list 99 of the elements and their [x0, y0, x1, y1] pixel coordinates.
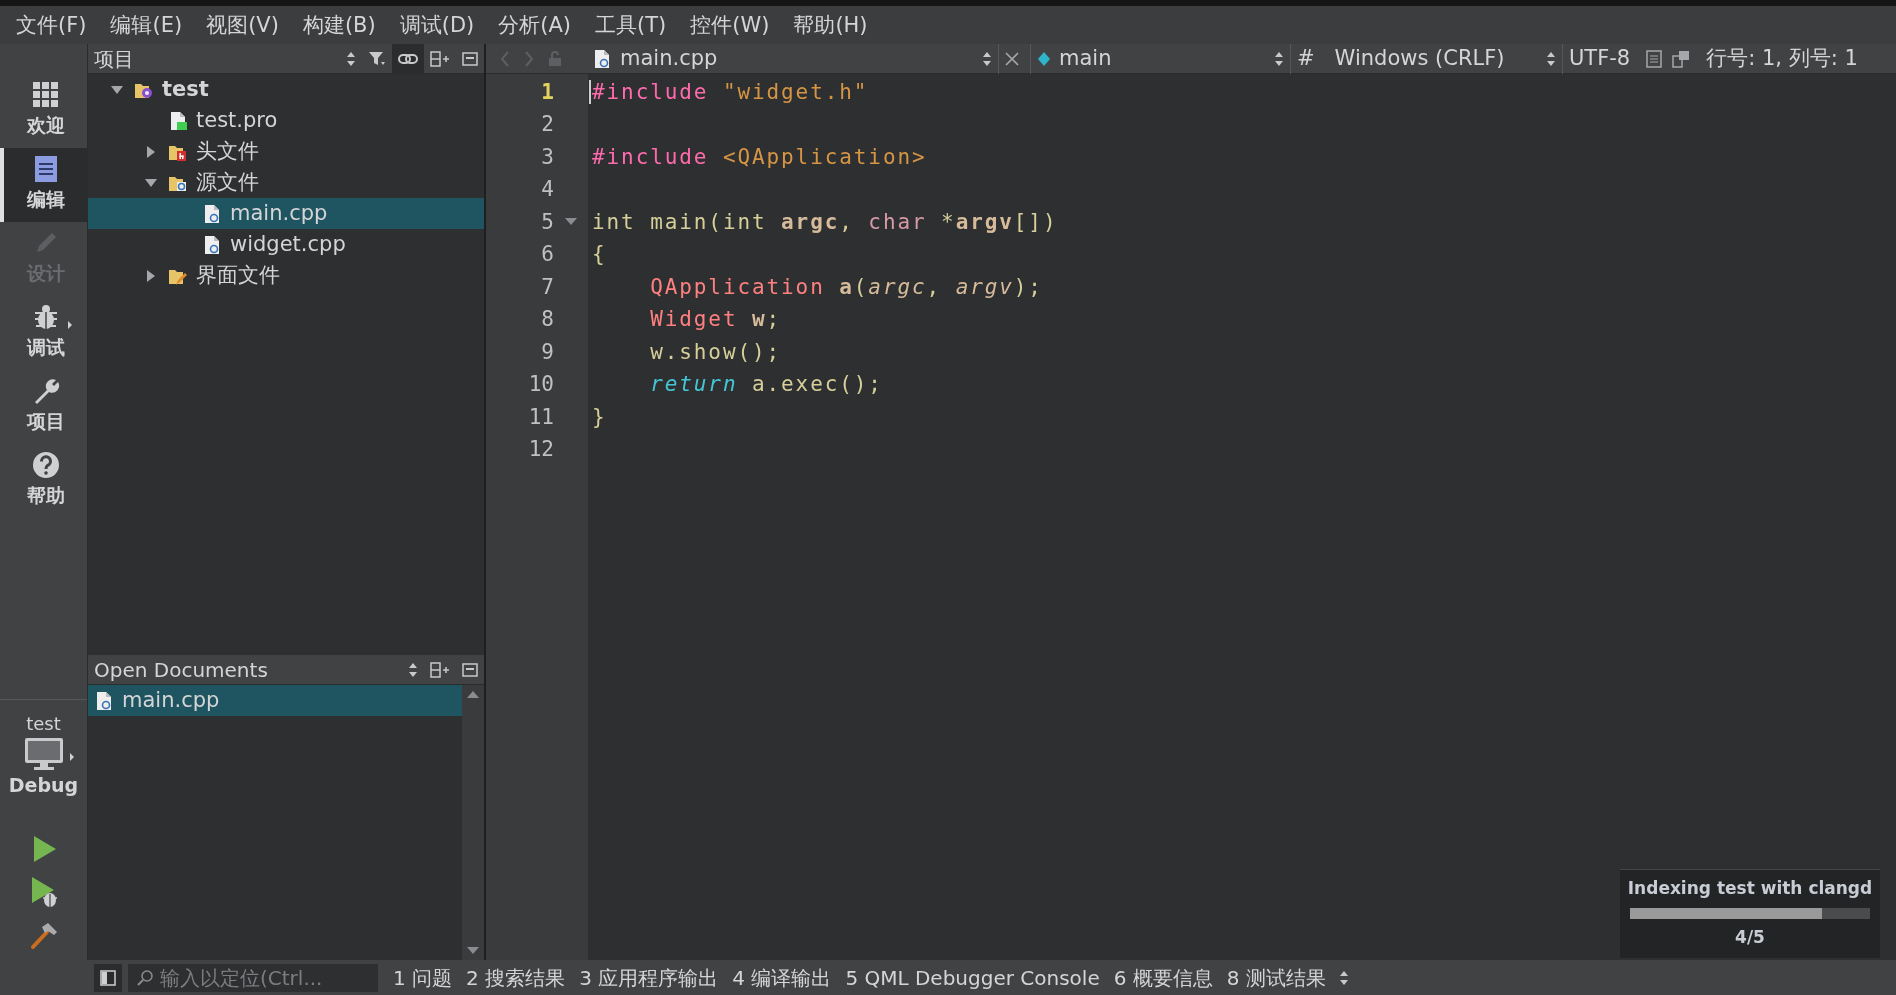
progress-count: 4/5	[1735, 925, 1765, 949]
up-down-arrows-icon[interactable]	[1274, 50, 1284, 67]
expand-arrow-icon[interactable]	[146, 268, 156, 283]
tree-item[interactable]: test	[88, 74, 484, 105]
project-file-icon	[168, 110, 188, 131]
code-line: {	[592, 241, 607, 268]
line-number: 9	[540, 338, 554, 366]
code-line: #include "widget.h"	[592, 78, 869, 106]
menu-item[interactable]: 帮助(H)	[783, 7, 878, 43]
tree-item[interactable]: widget.cpp	[88, 229, 484, 260]
expand-arrow-icon[interactable]	[146, 144, 156, 159]
code-line: Widget w;	[649, 306, 782, 333]
code-line: QApplication a(argc, argv);	[649, 273, 1043, 301]
output-pane-tab[interactable]: 6 概要信息	[1106, 962, 1220, 993]
menu-item[interactable]: 视图(V)	[196, 7, 289, 43]
search-field[interactable]: 输入以定位(Ctrl...	[128, 963, 378, 992]
code-line: int main(int argc, char *argv[])	[592, 208, 1058, 236]
collapse-arrow-icon[interactable]	[110, 84, 124, 95]
tree-item[interactable]: test.pro	[88, 105, 484, 136]
diamond-icon	[1037, 50, 1051, 67]
code-line: w.show();	[649, 338, 782, 366]
code-line: return a.exec();	[649, 371, 883, 398]
output-pane-tab[interactable]: 8 测试结果	[1219, 962, 1333, 993]
scroll-down-icon[interactable]	[466, 946, 480, 956]
line-number: 11	[527, 403, 554, 431]
close-pane-icon[interactable]	[462, 662, 478, 677]
menu-item[interactable]: 文件(F)	[6, 7, 97, 43]
output-pane-tab[interactable]: 1 问题	[386, 962, 460, 993]
code-line: }	[592, 403, 607, 431]
cpp-file-icon	[592, 48, 612, 69]
collapse-arrow-icon[interactable]	[144, 177, 158, 188]
mode-tab[interactable]: 调试	[0, 296, 87, 370]
file-dropdown[interactable]: main.cpp	[586, 43, 999, 74]
output-pane-tab[interactable]: 3 应用程序输出	[572, 962, 726, 993]
mode-tab[interactable]: 项目	[0, 370, 87, 444]
more-panes-icon[interactable]	[1338, 969, 1349, 986]
mode-tab[interactable]: 帮助	[0, 444, 87, 518]
close-icon[interactable]	[1005, 51, 1019, 66]
line-number: 10	[527, 371, 554, 398]
sidebar-toggle-icon[interactable]	[100, 969, 116, 986]
progress-title: Indexing test with clangd	[1627, 877, 1873, 900]
cursor-position[interactable]: 行号: 1, 列号: 1	[1700, 43, 1864, 74]
pane-title: 项目	[94, 45, 134, 73]
mode-tab[interactable]: 编辑	[0, 148, 87, 222]
monitor-icon	[23, 736, 64, 771]
submenu-arrow-icon	[67, 320, 73, 330]
line-number: 5	[540, 208, 554, 236]
menu-item[interactable]: 工具(T)	[585, 7, 677, 43]
tree-item[interactable]: 源文件	[88, 167, 484, 198]
up-down-arrows-icon[interactable]	[1546, 50, 1556, 67]
tree-item[interactable]: main.cpp	[88, 198, 484, 229]
line-number: 7	[540, 273, 554, 301]
menu-item[interactable]: 控件(W)	[680, 7, 780, 43]
scrollbar[interactable]	[462, 685, 484, 960]
menu-item[interactable]: 编辑(E)	[100, 7, 193, 43]
line-number: 6	[540, 241, 554, 268]
grid-icon	[31, 80, 60, 109]
line-number: 3	[540, 143, 554, 171]
line-ending-dropdown[interactable]: # Windows (CRLF)	[1291, 43, 1563, 74]
document-item[interactable]: main.cpp	[88, 685, 462, 716]
link-icon	[398, 51, 418, 66]
document-icon[interactable]	[1646, 49, 1663, 68]
pane-title: Open Documents	[94, 656, 268, 684]
cpp-file-icon	[202, 234, 222, 255]
mode-tab[interactable]: 欢迎	[0, 74, 87, 148]
up-down-arrows-icon[interactable]	[982, 50, 992, 67]
line-number: 8	[540, 306, 554, 333]
menu-item[interactable]: 构建(B)	[292, 7, 386, 43]
submenu-arrow-icon	[69, 751, 75, 762]
cpp-file-icon	[94, 690, 114, 711]
line-number: 2	[540, 111, 554, 138]
tree-item[interactable]: 界面文件	[88, 260, 484, 291]
search-icon	[136, 968, 154, 987]
output-pane-tab[interactable]: 5 QML Debugger Console	[838, 962, 1107, 993]
link-toggle[interactable]	[392, 43, 424, 74]
help-icon	[31, 450, 60, 479]
windows-icon[interactable]	[1672, 49, 1691, 68]
output-pane-tab[interactable]: 2 搜索结果	[459, 962, 573, 993]
line-number: 1	[540, 78, 554, 106]
line-number: 12	[527, 436, 554, 463]
symbol-dropdown[interactable]: main	[1031, 43, 1291, 74]
cpp-file-icon	[202, 203, 222, 224]
hammer-icon[interactable]	[28, 920, 59, 950]
line-number: 4	[540, 176, 554, 203]
tree-item[interactable]: 头文件	[88, 136, 484, 167]
menu-item[interactable]: 分析(A)	[488, 7, 581, 43]
split-icon[interactable]	[430, 661, 450, 678]
code-line: #include <QApplication>	[592, 143, 927, 171]
scroll-up-icon[interactable]	[466, 689, 480, 699]
kit-selector[interactable]: test Debug	[0, 698, 87, 800]
split-icon[interactable]	[430, 50, 450, 67]
close-pane-icon[interactable]	[462, 51, 478, 66]
lock-icon	[548, 50, 562, 67]
filter-icon[interactable]	[368, 50, 386, 67]
view-selector-icon[interactable]	[346, 50, 356, 67]
encoding-button[interactable]: UTF-8	[1563, 43, 1637, 74]
output-pane-tab[interactable]: 4 编译输出	[725, 962, 839, 993]
menu-item[interactable]: 调试(D)	[389, 7, 485, 43]
view-selector-icon[interactable]	[408, 661, 418, 678]
